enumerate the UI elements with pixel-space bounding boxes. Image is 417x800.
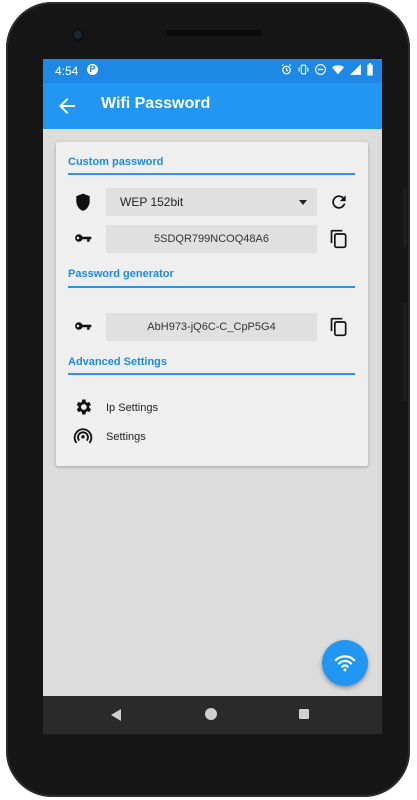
- copy-icon[interactable]: [329, 317, 349, 337]
- wifi-icon: [334, 655, 356, 672]
- refresh-icon[interactable]: [329, 192, 349, 212]
- nav-back-icon[interactable]: [111, 709, 121, 721]
- notification-badge: P: [87, 64, 98, 75]
- encryption-select[interactable]: WEP 152bit: [106, 188, 317, 216]
- screen: 4:54 P Wifi Password Custom password WEP…: [43, 59, 382, 734]
- copy-icon[interactable]: [329, 229, 349, 249]
- do-not-disturb-icon: [315, 64, 326, 75]
- advanced-settings-title: Advanced Settings: [68, 356, 168, 368]
- chevron-down-icon: [299, 200, 307, 205]
- vibrate-icon: [298, 64, 309, 75]
- status-icons: [280, 63, 374, 76]
- wifi-icon: [332, 65, 344, 75]
- section-divider: [68, 173, 355, 175]
- custom-password-title: Custom password: [68, 156, 164, 168]
- password-generator-title: Password generator: [68, 268, 174, 280]
- settings-card: Custom password WEP 152bit 5SDQR799NCOQ4…: [56, 142, 368, 466]
- encryption-value: WEP 152bit: [120, 195, 184, 209]
- key-icon: [75, 234, 92, 242]
- signal-icon: [350, 64, 361, 75]
- phone-frame: 4:54 P Wifi Password Custom password WEP…: [6, 2, 410, 797]
- status-bar: 4:54 P: [43, 59, 382, 83]
- volume-button: [403, 302, 407, 402]
- settings-item-label: Settings: [106, 431, 146, 443]
- nav-recents-icon[interactable]: [299, 709, 309, 719]
- battery-icon: [367, 63, 373, 76]
- section-divider: [68, 373, 355, 375]
- nav-home-icon[interactable]: [205, 708, 217, 720]
- system-nav-bar: [43, 696, 382, 734]
- front-camera: [72, 29, 84, 41]
- wireless-settings-icon: [73, 428, 93, 444]
- settings-item-label: Ip Settings: [106, 402, 158, 414]
- app-bar: Wifi Password: [43, 83, 382, 129]
- alarm-icon: [281, 64, 292, 75]
- arrow-back-icon[interactable]: [55, 94, 79, 118]
- generated-password-field[interactable]: AbH973-jQ6C-C_CpP5G4: [106, 313, 317, 341]
- power-button: [403, 187, 407, 247]
- status-time: 4:54: [55, 64, 79, 78]
- section-divider: [68, 286, 355, 288]
- earpiece-speaker: [166, 30, 262, 36]
- shield-icon: [76, 193, 90, 211]
- gear-icon: [76, 399, 91, 415]
- connect-wifi-fab[interactable]: [322, 640, 368, 686]
- page-title: Wifi Password: [101, 95, 211, 112]
- key-icon: [75, 322, 92, 330]
- custom-password-field[interactable]: 5SDQR799NCOQ48A6: [106, 225, 317, 253]
